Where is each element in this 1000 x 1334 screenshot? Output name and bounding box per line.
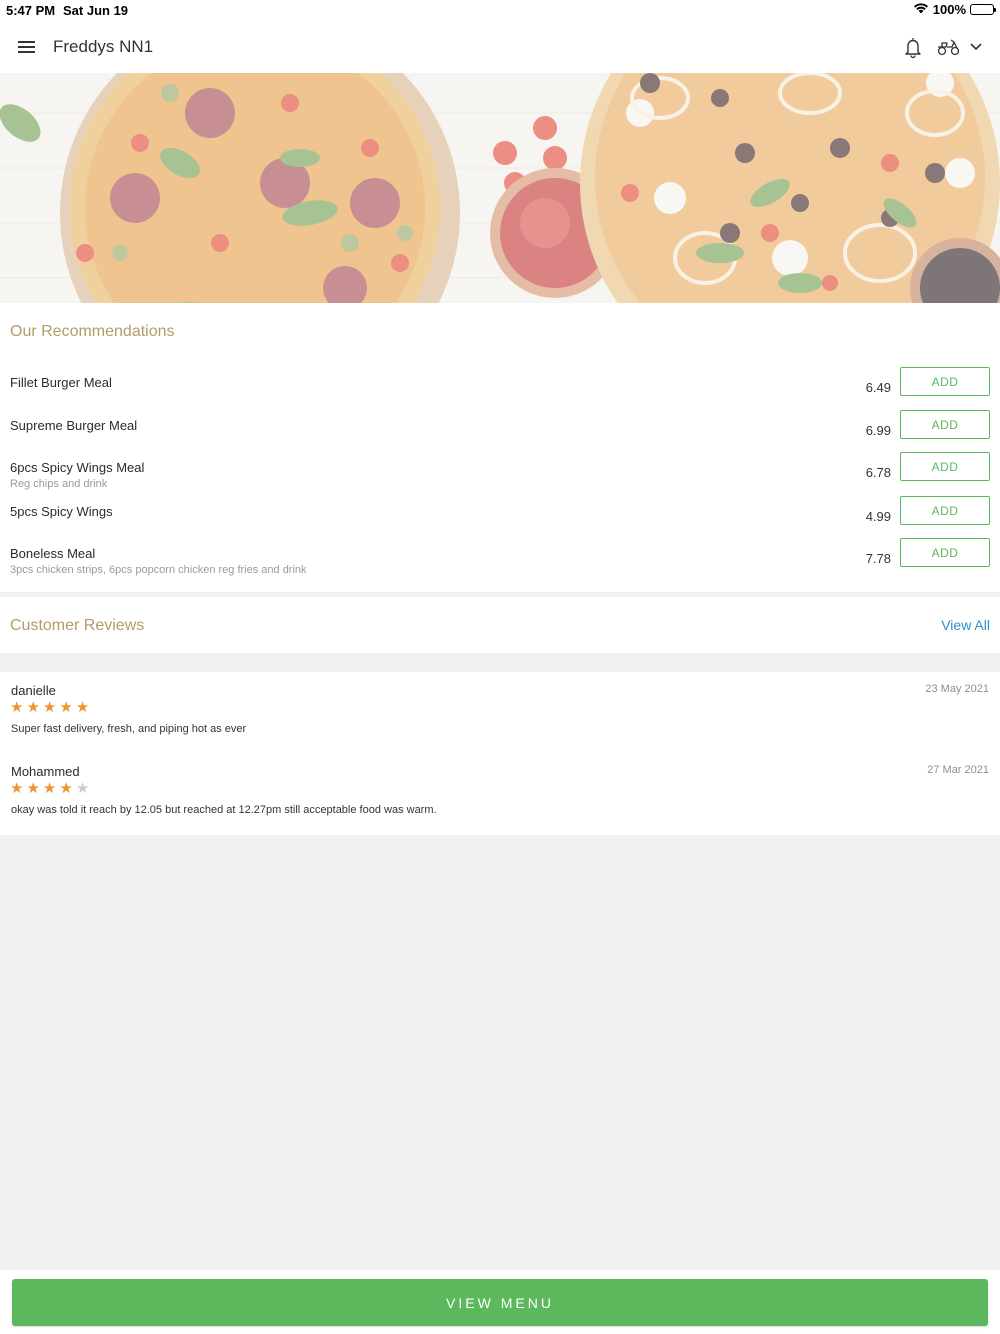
star-rating: ★ ★ ★ ★ ★ [10,781,89,796]
item-name: Fillet Burger Meal [10,375,112,390]
item-price: 6.78 [865,465,891,480]
review-date: 23 May 2021 [925,683,989,695]
star-filled-icon: ★ [42,780,57,797]
star-filled-icon: ★ [10,780,24,797]
recommendation-item: Supreme Burger Meal 6.99 ADD [0,410,1000,458]
delivery-mode-toggle[interactable] [934,34,990,60]
item-name: 6pcs Spicy Wings Meal [10,460,145,475]
review-author: danielle [11,683,56,698]
item-name: Boneless Meal [10,546,96,561]
recommendations-section: Our Recommendations Fillet Burger Meal 6… [0,303,1000,592]
reviews-title: Customer Reviews [10,617,145,634]
item-price: 6.99 [865,423,891,438]
app-header: Freddys NN1 [0,20,1000,73]
view-all-link[interactable]: View All [941,617,990,633]
scooter-icon [937,39,982,56]
status-bar: 5:47 PM Sat Jun 19 100% [0,0,1000,20]
star-filled-icon: ★ [26,780,40,797]
review-item: Mohammed 27 Mar 2021 ★ ★ ★ ★ ★ okay was told… [0,764,1000,834]
item-name: 5pcs Spicy Wings [10,504,113,519]
item-price: 4.99 [865,509,891,524]
review-author: Mohammed [11,764,80,779]
recommendation-item: 5pcs Spicy Wings 4.99 ADD [0,496,1000,544]
item-price: 6.49 [865,380,891,395]
status-date: Sat Jun 19 [63,3,129,18]
item-description: 3pcs chicken strips, 6pcs popcorn chicke… [10,564,307,576]
star-filled-icon: ★ [59,780,73,797]
star-filled-icon: ★ [75,699,90,716]
add-button[interactable]: ADD [900,452,990,481]
battery-icon [970,4,996,15]
add-button[interactable]: ADD [900,410,990,439]
reviews-header: Customer Reviews View All [0,597,1000,653]
review-item: danielle 23 May 2021 ★ ★ ★ ★ ★ Super fast de… [0,683,1000,753]
hero-image [0,73,1000,303]
battery-percent: 100% [932,2,966,17]
star-rating: ★ ★ ★ ★ ★ [10,700,89,715]
star-filled-icon: ★ [26,699,40,716]
add-button[interactable]: ADD [900,538,990,567]
reviews-list: danielle 23 May 2021 ★ ★ ★ ★ ★ Super fast de… [0,672,1000,835]
recommendations-title: Our Recommendations [10,323,175,340]
view-menu-button[interactable]: VIEW MENU [12,1279,988,1326]
recommendation-item: Fillet Burger Meal 6.49 ADD [0,367,1000,415]
item-name: Supreme Burger Meal [10,418,138,433]
page-title: Freddys NN1 [53,37,154,56]
bell-icon[interactable] [900,34,926,60]
bottom-bar: VIEW MENU [0,1270,1000,1334]
hamburger-menu-icon[interactable] [14,34,40,60]
review-text: Super fast delivery, fresh, and piping h… [11,723,247,735]
chevron-down-icon [970,43,982,51]
add-button[interactable]: ADD [900,496,990,525]
add-button[interactable]: ADD [900,367,990,396]
wifi-icon [913,2,929,17]
star-empty-icon: ★ [75,780,90,797]
status-time: 5:47 PM [6,3,56,18]
review-date: 27 Mar 2021 [927,764,989,776]
item-price: 7.78 [865,551,891,566]
review-text: okay was told it reach by 12.05 but reac… [11,804,437,816]
status-right: 100% [913,2,996,17]
star-filled-icon: ★ [42,699,57,716]
recommendation-item: 6pcs Spicy Wings Meal Reg chips and drin… [0,452,1000,500]
recommendation-item: Boneless Meal 3pcs chicken strips, 6pcs … [0,538,1000,586]
star-filled-icon: ★ [59,699,73,716]
star-filled-icon: ★ [10,699,24,716]
item-description: Reg chips and drink [10,478,108,490]
